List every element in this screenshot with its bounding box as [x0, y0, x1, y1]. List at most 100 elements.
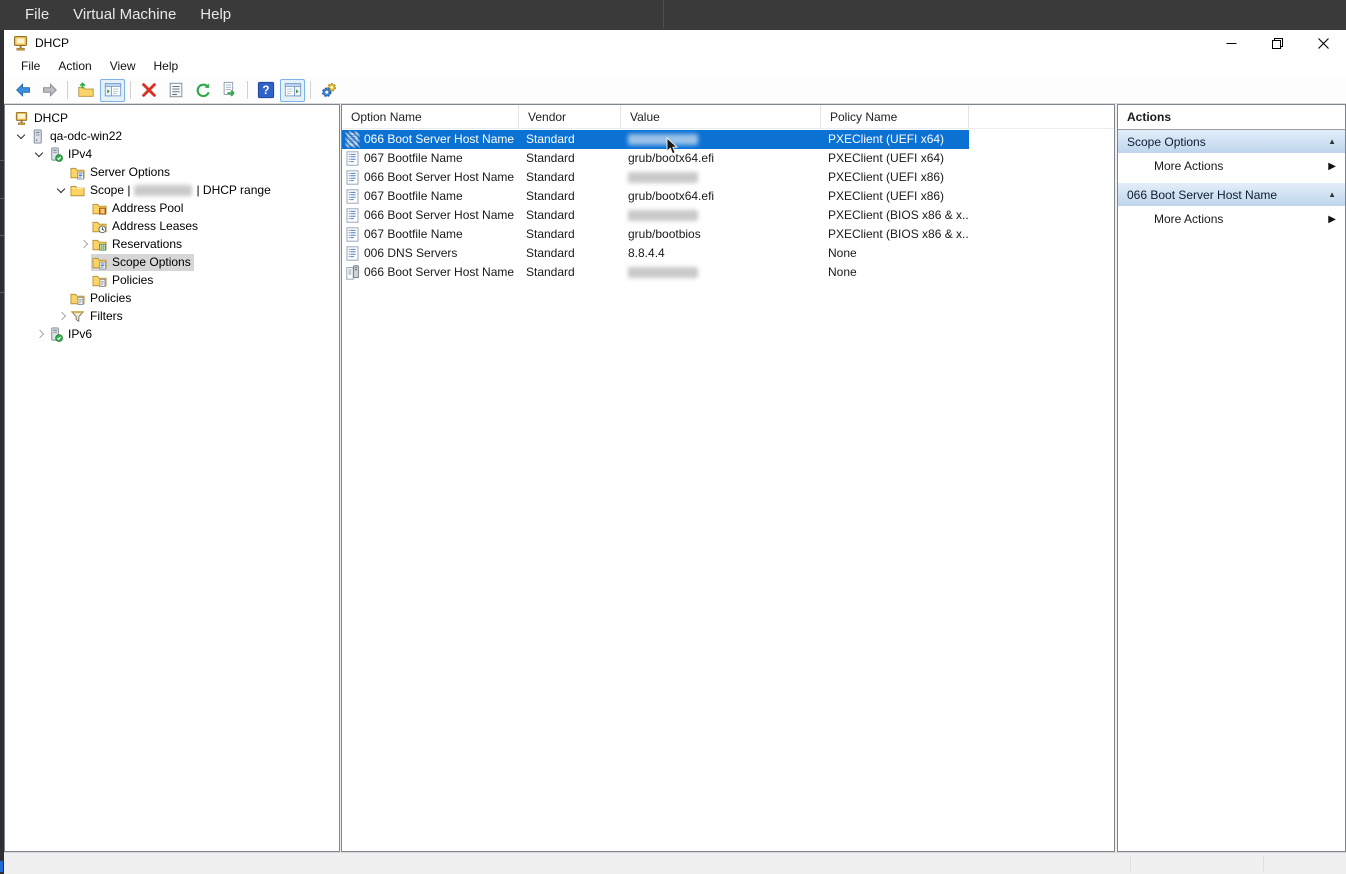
option-list-icon	[346, 208, 359, 223]
tree-item-label: Address Leases	[112, 219, 198, 233]
chevron-spacer	[55, 291, 69, 305]
actions-pane-title: Actions	[1118, 105, 1345, 130]
menu-action[interactable]: Action	[49, 56, 100, 77]
restore-button[interactable]	[1254, 30, 1300, 56]
column-header-vendor[interactable]: Vendor	[519, 105, 621, 128]
option-server-icon	[346, 265, 359, 280]
option-list-icon	[346, 151, 359, 166]
toolbar-export-list-button[interactable]	[217, 79, 242, 102]
toolbar-back-button[interactable]	[10, 79, 35, 102]
table-row[interactable]: 067 Bootfile NameStandardgrub/bootx64.ef…	[342, 149, 969, 168]
tree-indent	[5, 226, 77, 227]
toolbar-delete-button[interactable]	[136, 79, 161, 102]
table-row[interactable]: 066 Boot Server Host NameStandardPXEClie…	[342, 206, 969, 225]
option-name-text: 066 Boot Server Host Name	[364, 206, 514, 225]
value-cell	[621, 168, 821, 187]
vm-menubar: FileVirtual MachineHelp	[0, 0, 1346, 30]
tree-item-reservations[interactable]: Reservations	[5, 235, 339, 253]
toolbar-properties-button[interactable]	[163, 79, 188, 102]
chevron-down-icon[interactable]	[15, 129, 29, 143]
action-group-066-boot-server-host-name: 066 Boot Server Host Name▲More Actions▶	[1118, 183, 1345, 236]
delete-icon	[140, 81, 158, 99]
more-actions-item[interactable]: More Actions▶	[1118, 207, 1345, 231]
results-pane: Option NameVendorValuePolicy Name 066 Bo…	[341, 104, 1115, 852]
more-actions-item[interactable]: More Actions▶	[1118, 154, 1345, 178]
refresh-icon	[194, 81, 212, 99]
tree-item-label: Policies	[90, 291, 131, 305]
menu-file[interactable]: File	[12, 56, 49, 77]
chevron-down-icon[interactable]	[33, 147, 47, 161]
more-actions-label: More Actions	[1154, 159, 1328, 173]
toolbar-help-button[interactable]: ?	[253, 79, 278, 102]
minimize-button[interactable]	[1208, 30, 1254, 56]
table-row[interactable]: 066 Boot Server Host NameStandardNone	[342, 263, 969, 282]
tree-item-server-options[interactable]: Server Options	[5, 163, 339, 181]
chevron-spacer	[77, 219, 91, 233]
toolbar-separator	[247, 81, 248, 99]
table-row[interactable]: 006 DNS ServersStandard8.8.4.4None	[342, 244, 969, 263]
list-header: Option NameVendorValuePolicy Name	[342, 105, 1114, 129]
tree-item-dhcp-root[interactable]: DHCP	[5, 109, 339, 127]
table-row[interactable]: 066 Boot Server Host NameStandardPXEClie…	[342, 168, 969, 187]
chevron-up-icon[interactable]: ▲	[1328, 137, 1336, 146]
vm-menu-file[interactable]: File	[14, 0, 60, 30]
vm-menu-virtual-machine[interactable]: Virtual Machine	[62, 0, 187, 30]
vendor-cell: Standard	[519, 263, 621, 282]
policy-name-cell: PXEClient (BIOS x86 & x...	[821, 206, 969, 225]
menu-bar: FileActionViewHelp	[4, 56, 1346, 77]
tree-item-filters[interactable]: Filters	[5, 307, 339, 325]
tree-item-label: Reservations	[112, 237, 182, 251]
chevron-up-icon[interactable]: ▲	[1328, 190, 1336, 199]
chevron-down-icon[interactable]	[55, 183, 69, 197]
tree-item-content: Policies	[69, 290, 134, 307]
folder-icon	[70, 183, 85, 198]
action-group-header[interactable]: 066 Boot Server Host Name▲	[1118, 183, 1345, 207]
tree-item-label: qa-odc-win22	[50, 129, 122, 143]
tree-indent	[5, 334, 33, 335]
action-group-header[interactable]: Scope Options▲	[1118, 130, 1345, 154]
toolbar-forward-button[interactable]	[37, 79, 62, 102]
column-header-option-name[interactable]: Option Name	[342, 105, 519, 128]
dhcp-app-icon	[12, 35, 29, 52]
toolbar-show-console-tree-button[interactable]	[100, 79, 125, 102]
console-tree-icon	[104, 81, 122, 99]
help-icon: ?	[257, 81, 275, 99]
console-tree-pane: DHCPqa-odc-win22IPv4Server OptionsScope …	[4, 104, 340, 852]
column-header-policy-name[interactable]: Policy Name	[821, 105, 969, 128]
tree-item-ipv4[interactable]: IPv4	[5, 145, 339, 163]
tree-item-policies[interactable]: Policies	[5, 289, 339, 307]
column-header-value[interactable]: Value	[621, 105, 821, 128]
tree-item-server-qa-odc-win22[interactable]: qa-odc-win22	[5, 127, 339, 145]
tree-item-address-leases[interactable]: Address Leases	[5, 217, 339, 235]
option-name-cell: 006 DNS Servers	[342, 244, 519, 263]
chevron-right-icon[interactable]	[33, 327, 47, 341]
tree-item-content: IPv6	[47, 326, 95, 343]
table-row[interactable]: 067 Bootfile NameStandardgrub/bootbiosPX…	[342, 225, 969, 244]
toolbar-up-one-level-button[interactable]	[73, 79, 98, 102]
close-icon	[1318, 38, 1329, 49]
console-content: DHCPqa-odc-win22IPv4Server OptionsScope …	[4, 104, 1346, 852]
chevron-right-icon[interactable]	[55, 309, 69, 323]
menu-view[interactable]: View	[101, 56, 145, 77]
vendor-cell: Standard	[519, 187, 621, 206]
table-row[interactable]: 067 Bootfile NameStandardgrub/bootx64.ef…	[342, 187, 969, 206]
tree-item-address-pool[interactable]: Address Pool	[5, 199, 339, 217]
vm-menu-help[interactable]: Help	[189, 0, 242, 30]
chevron-right-icon[interactable]	[77, 237, 91, 251]
submenu-arrow-icon: ▶	[1328, 161, 1336, 172]
toolbar-show-action-pane-button[interactable]	[280, 79, 305, 102]
tree-item-scope[interactable]: Scope || DHCP range	[5, 181, 339, 199]
option-name-text: 067 Bootfile Name	[364, 225, 463, 244]
tree-item-label: DHCP	[34, 111, 68, 125]
toolbar-options-button[interactable]	[316, 79, 341, 102]
toolbar-refresh-button[interactable]	[190, 79, 215, 102]
tree-item-scope-options[interactable]: Scope Options	[5, 253, 339, 271]
close-button[interactable]	[1300, 30, 1346, 56]
tree-item-ipv6[interactable]: IPv6	[5, 325, 339, 343]
action-group-scope-options: Scope Options▲More Actions▶	[1118, 130, 1345, 183]
menu-help[interactable]: Help	[145, 56, 188, 77]
value-cell	[621, 206, 821, 225]
chevron-spacer	[77, 273, 91, 287]
tree-item-scope-policies[interactable]: Policies	[5, 271, 339, 289]
table-row[interactable]: 066 Boot Server Host NameStandardPXEClie…	[342, 130, 969, 149]
